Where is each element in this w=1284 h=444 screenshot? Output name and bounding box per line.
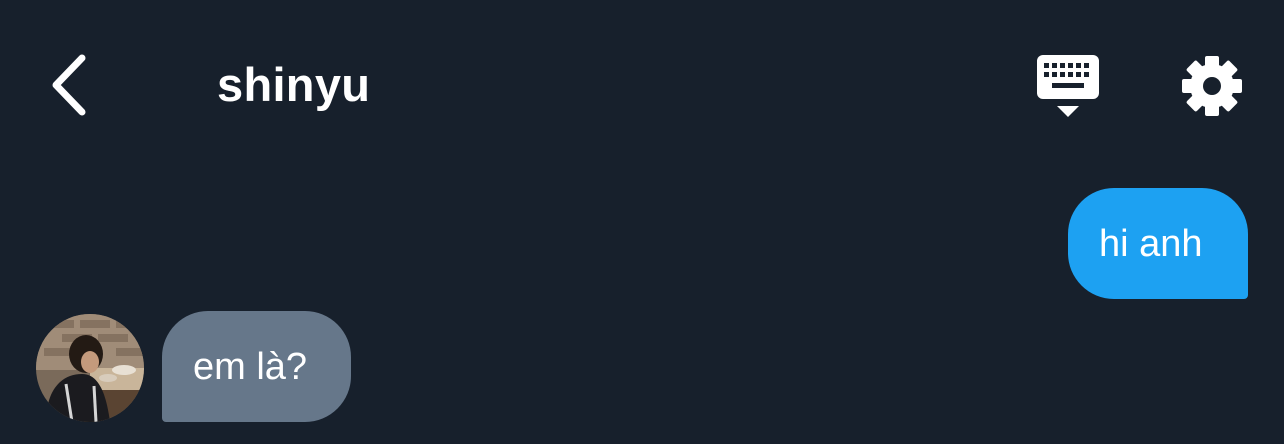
avatar-photo [36,314,144,422]
back-button[interactable] [36,50,100,120]
keyboard-toggle-button[interactable] [1030,50,1106,122]
avatar[interactable] [36,314,144,422]
incoming-message-bubble[interactable]: em là? [162,311,351,422]
message-text: hi anh [1099,222,1203,265]
dropdown-caret-icon [1057,106,1079,117]
chat-header: shinyu [0,0,1284,170]
keyboard-icon [1037,55,1099,117]
settings-button[interactable] [1176,50,1248,122]
outgoing-message-bubble[interactable]: hi anh [1068,188,1248,299]
gear-icon [1182,56,1242,116]
chevron-left-icon [52,54,86,116]
conversation-title: shinyu [217,58,371,111]
message-text: em là? [193,345,308,388]
